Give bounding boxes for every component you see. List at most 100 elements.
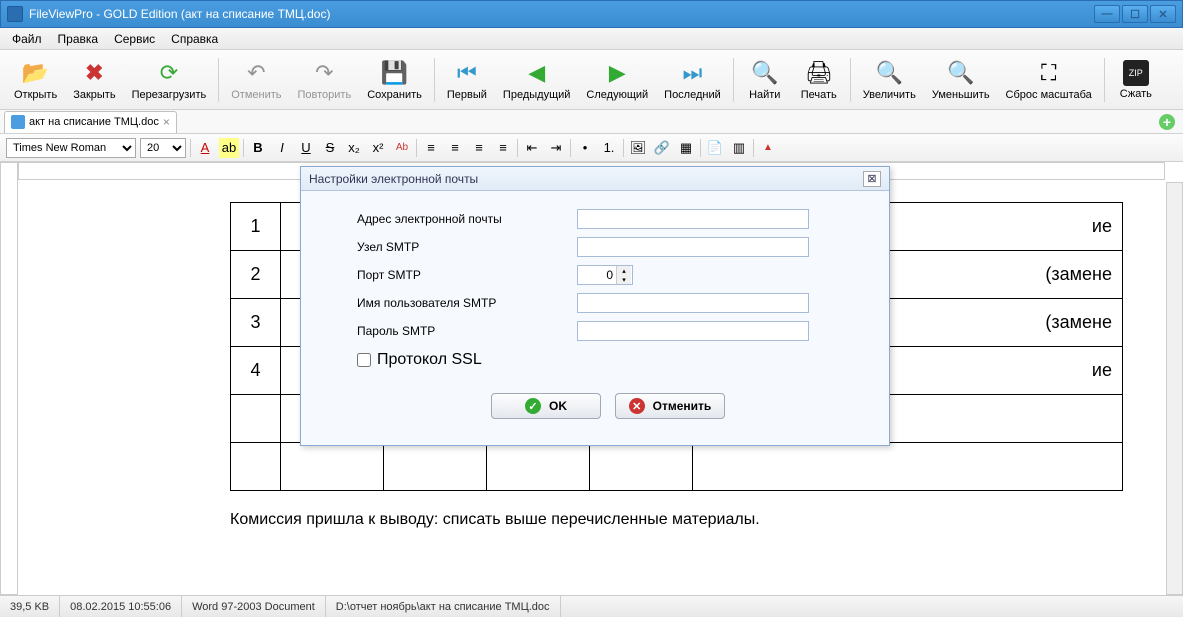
open-button[interactable]: 📂Открыть bbox=[8, 52, 63, 108]
image-button[interactable]: 🖼 bbox=[628, 138, 648, 158]
spin-down-icon[interactable]: ▾ bbox=[617, 275, 631, 284]
ok-button[interactable]: ✓OK bbox=[491, 393, 601, 419]
font-family-select[interactable]: Times New Roman bbox=[6, 138, 136, 158]
smtp-host-label: Узел SMTP bbox=[357, 240, 577, 254]
undo-button[interactable]: ↶Отменить bbox=[225, 52, 287, 108]
statusbar: 39,5 KB 08.02.2015 10:55:06 Word 97-2003… bbox=[0, 595, 1183, 617]
dialog-title: Настройки электронной почты bbox=[309, 172, 478, 186]
tab-label: акт на списание ТМЦ.doc bbox=[29, 116, 159, 128]
align-left-button[interactable]: ≡ bbox=[421, 138, 441, 158]
x-icon: ✖ bbox=[80, 59, 108, 87]
undo-icon: ↶ bbox=[242, 59, 270, 87]
status-size: 39,5 KB bbox=[0, 596, 60, 617]
ssl-label: Протокол SSL bbox=[377, 351, 482, 369]
ssl-checkbox[interactable] bbox=[357, 353, 371, 367]
italic-button[interactable]: I bbox=[272, 138, 292, 158]
indent-button[interactable]: ⇥ bbox=[546, 138, 566, 158]
last-icon: ⏭ bbox=[678, 59, 706, 87]
zoom-reset-button[interactable]: ⛶Сброс масштаба bbox=[1000, 52, 1098, 108]
smtp-user-input[interactable] bbox=[577, 293, 809, 313]
align-center-button[interactable]: ≡ bbox=[445, 138, 465, 158]
doc-icon bbox=[11, 115, 25, 129]
close-button[interactable]: ✖Закрыть bbox=[67, 52, 121, 108]
menu-file[interactable]: Файл bbox=[4, 30, 50, 48]
bold-button[interactable]: B bbox=[248, 138, 268, 158]
print-icon: 🖨 bbox=[805, 59, 833, 87]
prev-button[interactable]: ◀Предыдущий bbox=[497, 52, 576, 108]
conclusion-text: Комиссия пришла к выводу: списать выше п… bbox=[230, 511, 1123, 529]
tabbar: акт на списание ТМЦ.doc × + bbox=[0, 110, 1183, 134]
spin-up-icon[interactable]: ▴ bbox=[617, 266, 631, 275]
zoom-out-button[interactable]: 🔍Уменьшить bbox=[926, 52, 996, 108]
document-tab[interactable]: акт на списание ТМЦ.doc × bbox=[4, 111, 177, 133]
save-button[interactable]: 💾Сохранить bbox=[361, 52, 428, 108]
menu-help[interactable]: Справка bbox=[163, 30, 226, 48]
save-icon: 💾 bbox=[381, 59, 409, 87]
bullets-button[interactable]: • bbox=[575, 138, 595, 158]
scrollbar-vertical[interactable] bbox=[1166, 182, 1183, 595]
tab-close-icon[interactable]: × bbox=[163, 115, 170, 129]
smtp-host-input[interactable] bbox=[577, 237, 809, 257]
find-button[interactable]: 🔍Найти bbox=[740, 52, 790, 108]
print-button[interactable]: 🖨Печать bbox=[794, 52, 844, 108]
smtp-user-label: Имя пользователя SMTP bbox=[357, 296, 577, 310]
smtp-port-input[interactable] bbox=[578, 268, 616, 282]
superscript-button[interactable]: x² bbox=[368, 138, 388, 158]
email-settings-dialog: Настройки электронной почты ⊠ Адрес элек… bbox=[300, 166, 890, 446]
window-title: FileViewPro - GOLD Edition (акт на списа… bbox=[29, 7, 1094, 21]
toolbar: 📂Открыть ✖Закрыть ⟳Перезагрузить ↶Отмени… bbox=[0, 50, 1183, 110]
next-button[interactable]: ▶Следующий bbox=[580, 52, 654, 108]
columns-button[interactable]: ▥ bbox=[729, 138, 749, 158]
subscript-button[interactable]: x₂ bbox=[344, 138, 364, 158]
dialog-titlebar[interactable]: Настройки электронной почты ⊠ bbox=[301, 167, 889, 191]
app-icon bbox=[7, 6, 23, 22]
pdf-button[interactable]: ▲ bbox=[758, 138, 778, 158]
font-size-select[interactable]: 20 bbox=[140, 138, 186, 158]
menu-edit[interactable]: Правка bbox=[50, 30, 107, 48]
menu-service[interactable]: Сервис bbox=[106, 30, 163, 48]
font-color-button[interactable]: A bbox=[195, 138, 215, 158]
cancel-button[interactable]: ✕Отменить bbox=[615, 393, 725, 419]
table-button[interactable]: ▦ bbox=[676, 138, 696, 158]
redo-button[interactable]: ↷Повторить bbox=[292, 52, 358, 108]
page-button[interactable]: 📄 bbox=[705, 138, 725, 158]
smtp-pass-input[interactable] bbox=[577, 321, 809, 341]
smtp-port-spinner[interactable]: ▴▾ bbox=[577, 265, 633, 285]
menubar: Файл Правка Сервис Справка bbox=[0, 28, 1183, 50]
highlight-button[interactable]: ab bbox=[219, 138, 239, 158]
minimize-button[interactable]: — bbox=[1094, 5, 1120, 23]
add-tab-button[interactable]: + bbox=[1159, 114, 1175, 130]
ruler-vertical[interactable] bbox=[0, 162, 18, 595]
email-input[interactable] bbox=[577, 209, 809, 229]
last-button[interactable]: ⏭Последний bbox=[658, 52, 727, 108]
format-bar: Times New Roman 20 A ab B I U S x₂ x² Ab… bbox=[0, 134, 1183, 162]
numbering-button[interactable]: 1. bbox=[599, 138, 619, 158]
zoom-reset-icon: ⛶ bbox=[1035, 59, 1063, 87]
underline-button[interactable]: U bbox=[296, 138, 316, 158]
zoom-in-button[interactable]: 🔍Увеличить bbox=[857, 52, 922, 108]
zip-icon: ZIP bbox=[1123, 60, 1149, 86]
cancel-icon: ✕ bbox=[629, 398, 645, 414]
zoom-out-icon: 🔍 bbox=[947, 59, 975, 87]
strike-button[interactable]: S bbox=[320, 138, 340, 158]
align-right-button[interactable]: ≡ bbox=[469, 138, 489, 158]
maximize-button[interactable]: ☐ bbox=[1122, 5, 1148, 23]
status-path: D:\отчет ноябрь\акт на списание ТМЦ.doc bbox=[326, 596, 561, 617]
abc-button[interactable]: Ab bbox=[392, 138, 412, 158]
first-button[interactable]: ⏮Первый bbox=[441, 52, 493, 108]
compress-button[interactable]: ZIPСжать bbox=[1111, 52, 1161, 108]
outdent-button[interactable]: ⇤ bbox=[522, 138, 542, 158]
dialog-close-button[interactable]: ⊠ bbox=[863, 171, 881, 187]
smtp-port-label: Порт SMTP bbox=[357, 268, 577, 282]
reload-button[interactable]: ⟳Перезагрузить bbox=[126, 52, 213, 108]
folder-icon: 📂 bbox=[22, 59, 50, 87]
table-row bbox=[231, 443, 1123, 491]
zoom-in-icon: 🔍 bbox=[875, 59, 903, 87]
status-type: Word 97-2003 Document bbox=[182, 596, 326, 617]
smtp-pass-label: Пароль SMTP bbox=[357, 324, 577, 338]
link-button[interactable]: 🔗 bbox=[652, 138, 672, 158]
next-icon: ▶ bbox=[603, 59, 631, 87]
align-justify-button[interactable]: ≡ bbox=[493, 138, 513, 158]
close-window-button[interactable]: ✕ bbox=[1150, 5, 1176, 23]
prev-icon: ◀ bbox=[523, 59, 551, 87]
